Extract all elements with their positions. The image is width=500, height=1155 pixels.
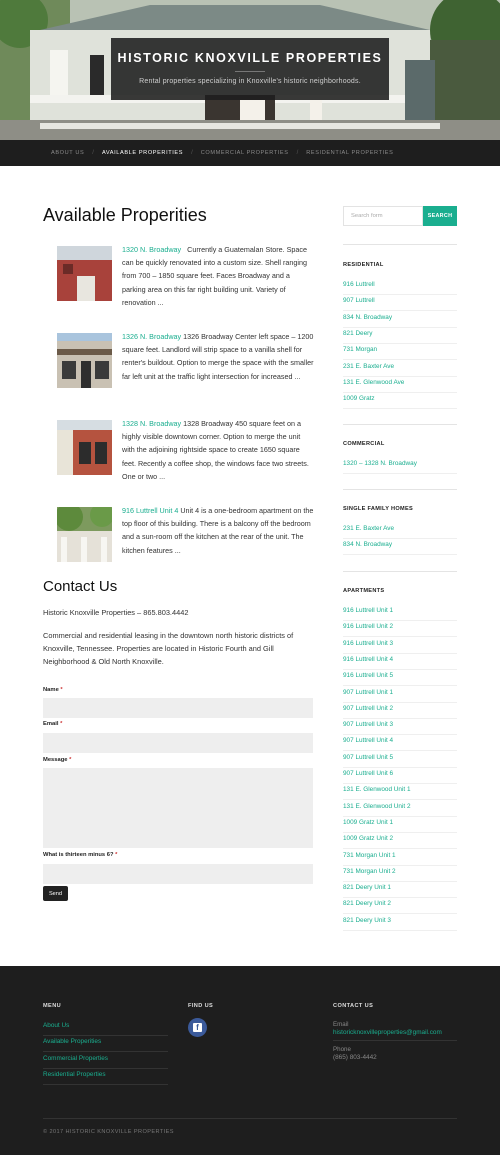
sidebar-item-1320-1328-n-broadway[interactable]: 1320 – 1328 N. Broadway — [343, 458, 457, 474]
property-link[interactable]: 1326 N. Broadway — [122, 332, 181, 341]
nav-about-us[interactable]: ABOUT US — [51, 150, 84, 156]
copyright: © 2017 HISTORIC KNOXVILLE PROPERTIES — [43, 1129, 174, 1135]
sidebar-item-916-luttrell[interactable]: 916 Luttrell — [343, 279, 457, 295]
sidebar-item-907-luttrell-unit-5[interactable]: 907 Luttrell Unit 5 — [343, 752, 457, 768]
facebook-icon[interactable]: f — [188, 1018, 207, 1037]
sidebar-item-821-deery-unit-2[interactable]: 821 Deery Unit 2 — [343, 898, 457, 915]
sidebar-item-834-n-broadway[interactable]: 834 N. Broadway — [343, 539, 457, 556]
message-label: Message * — [43, 757, 72, 763]
property-summary: 916 Luttrell Unit 4 Unit 4 is a one-bedr… — [122, 504, 314, 557]
search-button[interactable]: SEARCH — [423, 206, 457, 226]
search-input[interactable]: Search form — [343, 206, 423, 226]
sidebar-item-1009-gratz-unit-1[interactable]: 1009 Gratz Unit 1 — [343, 817, 457, 833]
sidebar-item-916-luttrell-unit-4[interactable]: 916 Luttrell Unit 4 — [343, 654, 457, 670]
property-thumbnail[interactable] — [57, 507, 112, 562]
sidebar-item-821-deery-unit-1[interactable]: 821 Deery Unit 1 — [343, 882, 457, 899]
main-navigation: ABOUT US / AVAILABLE PROPERITIES / COMME… — [0, 140, 500, 166]
contact-description: Commercial and residential leasing in th… — [43, 631, 294, 666]
footer-email-label: Email — [333, 1021, 349, 1028]
property-thumbnail[interactable] — [57, 420, 112, 475]
hero-banner: HISTORIC KNOXVILLE PROPERTIES Rental pro… — [0, 0, 500, 140]
sidebar-item-907-luttrell-unit-6[interactable]: 907 Luttrell Unit 6 — [343, 768, 457, 784]
sidebar-item-731-morgan-unit-2[interactable]: 731 Morgan Unit 2 — [343, 866, 457, 882]
site-tagline: Rental properties specializing in Knoxvi… — [139, 78, 361, 85]
footer-divider — [333, 1040, 457, 1041]
nav-separator: / — [296, 150, 299, 156]
sidebar-item-731-morgan-unit-1[interactable]: 731 Morgan Unit 1 — [343, 850, 457, 866]
footer-menu-residential-properties[interactable]: Residential Properties — [43, 1069, 168, 1085]
property-summary: 1320 N. Broadway Currently a Guatemalan … — [122, 243, 314, 309]
sidebar-divider — [343, 571, 457, 572]
contact-title: Contact Us — [43, 578, 118, 595]
property-description: 1328 Broadway 450 square feet on a highl… — [122, 419, 309, 481]
title-divider — [235, 71, 265, 72]
send-button[interactable]: Send — [43, 886, 68, 901]
footer-phone-value: (865) 803-4442 — [333, 1054, 377, 1061]
sidebar-heading-single-family: SINGLE FAMILY HOMES — [343, 506, 414, 512]
footer-menu-heading: MENU — [43, 1003, 62, 1009]
sidebar-heading-residential: RESIDENTIAL — [343, 262, 384, 268]
sidebar-divider — [343, 424, 457, 425]
page-title: Available Properities — [43, 205, 207, 225]
property-link[interactable]: 916 Luttrell Unit 4 — [122, 506, 178, 515]
sidebar-item-231-e-baxter-ave[interactable]: 231 E. Baxter Ave — [343, 361, 457, 377]
sidebar-item-731-morgan[interactable]: 731 Morgan — [343, 344, 457, 361]
sidebar-item-907-luttrell[interactable]: 907 Luttrell — [343, 295, 457, 312]
sidebar-item-916-luttrell-unit-3[interactable]: 916 Luttrell Unit 3 — [343, 638, 457, 654]
footer-menu-about-us[interactable]: About Us — [43, 1020, 168, 1036]
sidebar-item-821-deery[interactable]: 821 Deery — [343, 328, 457, 344]
sidebar-item-1009-gratz-unit-2[interactable]: 1009 Gratz Unit 2 — [343, 833, 457, 850]
name-field[interactable] — [43, 698, 313, 718]
sidebar-divider — [343, 489, 457, 490]
sidebar-item-834-n-broadway[interactable]: 834 N. Broadway — [343, 312, 457, 328]
sidebar-divider — [343, 244, 457, 245]
site-title[interactable]: HISTORIC KNOXVILLE PROPERTIES — [111, 51, 389, 65]
property-link[interactable]: 1328 N. Broadway — [122, 419, 181, 428]
email-field[interactable] — [43, 733, 313, 753]
footer: MENU About Us Available Properities Commer… — [0, 966, 500, 1155]
sidebar-item-907-luttrell-unit-4[interactable]: 907 Luttrell Unit 4 — [343, 735, 457, 752]
captcha-field[interactable] — [43, 864, 313, 884]
site-title-box: HISTORIC KNOXVILLE PROPERTIES Rental pro… — [111, 38, 389, 100]
sidebar-item-907-luttrell-unit-2[interactable]: 907 Luttrell Unit 2 — [343, 703, 457, 719]
name-label: Name * — [43, 687, 63, 693]
property-link[interactable]: 1320 N. Broadway — [122, 245, 181, 254]
facebook-glyph: f — [193, 1023, 202, 1032]
footer-email-link[interactable]: historicknoxvilleproperties@gmail.com — [333, 1029, 442, 1036]
message-field[interactable] — [43, 768, 313, 848]
main-content: Available Properities 1320 N. Broadway C… — [43, 205, 314, 901]
sidebar-item-916-luttrell-unit-5[interactable]: 916 Luttrell Unit 5 — [343, 670, 457, 687]
nav-available-properities[interactable]: AVAILABLE PROPERITIES — [102, 150, 183, 156]
sidebar-item-821-deery-unit-3[interactable]: 821 Deery Unit 3 — [343, 915, 457, 931]
property-thumbnail[interactable] — [57, 246, 112, 301]
email-label: Email * — [43, 721, 63, 727]
nav-residential-properties[interactable]: RESIDENTIAL PROPERTIES — [306, 150, 393, 156]
footer-menu-available-properities[interactable]: Available Properities — [43, 1036, 168, 1053]
footer-phone-label: Phone — [333, 1046, 351, 1053]
sidebar-item-916-luttrell-unit-2[interactable]: 916 Luttrell Unit 2 — [343, 621, 457, 638]
sidebar-item-1009-gratz[interactable]: 1009 Gratz — [343, 393, 457, 410]
footer-find-heading: FIND US — [188, 1003, 214, 1009]
footer-menu-commercial-properties[interactable]: Commercial Properties — [43, 1053, 168, 1069]
sidebar-heading-commercial: COMMERCIAL — [343, 441, 385, 447]
property-summary: 1328 N. Broadway 1328 Broadway 450 squar… — [122, 417, 314, 483]
sidebar-item-231-e-baxter-ave[interactable]: 231 E. Baxter Ave — [343, 523, 457, 539]
nav-commercial-properties[interactable]: COMMERCIAL PROPERTIES — [201, 150, 289, 156]
sidebar-item-131-e-glenwood-unit-1[interactable]: 131 E. Glenwood Unit 1 — [343, 784, 457, 801]
property-summary: 1326 N. Broadway 1326 Broadway Center le… — [122, 330, 314, 383]
sidebar-item-131-e-glenwood-unit-2[interactable]: 131 E. Glenwood Unit 2 — [343, 801, 457, 817]
nav-separator: / — [191, 150, 193, 156]
sidebar-item-907-luttrell-unit-3[interactable]: 907 Luttrell Unit 3 — [343, 719, 457, 736]
sidebar-item-916-luttrell-unit-1[interactable]: 916 Luttrell Unit 1 — [343, 605, 457, 621]
property-thumbnail[interactable] — [57, 333, 112, 388]
footer-contact-heading: CONTACT US — [333, 1003, 374, 1009]
property-description: Currently a Guatemalan Store. Space can … — [122, 245, 307, 307]
captcha-label: What is thirteen minus 6? * — [43, 852, 118, 858]
contact-phone-line: Historic Knoxville Properties – 865.803.… — [43, 608, 189, 617]
nav-separator: / — [92, 150, 94, 156]
sidebar-heading-apartments: APARTMENTS — [343, 588, 385, 594]
sidebar-item-907-luttrell-unit-1[interactable]: 907 Luttrell Unit 1 — [343, 687, 457, 703]
footer-rule — [43, 1118, 457, 1119]
sidebar-item-131-e-glenwood-ave[interactable]: 131 E. Glenwood Ave — [343, 377, 457, 393]
